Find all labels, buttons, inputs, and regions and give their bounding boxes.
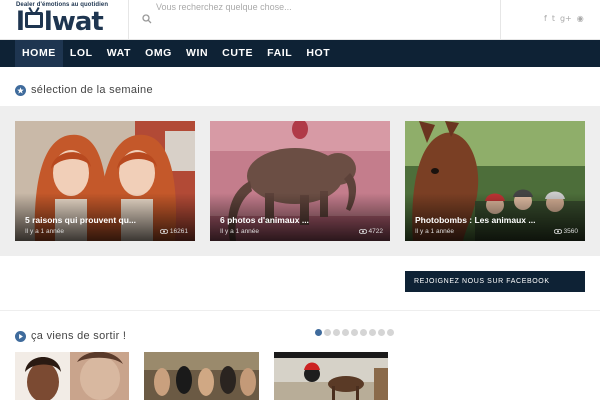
- latest-heading: ça viens de sortir !: [15, 330, 126, 342]
- nav-item-cute[interactable]: CUTE: [215, 40, 260, 67]
- featured-card[interactable]: Photobombs : Les animaux ... Il y a 1 an…: [405, 121, 585, 241]
- card-view-count: 3560: [563, 228, 578, 235]
- tv-icon: [24, 12, 43, 28]
- play-icon: [15, 330, 26, 342]
- featured-card[interactable]: 6 photos d'animaux ... Il y a 1 année 47…: [210, 121, 390, 241]
- card-title[interactable]: Photobombs : Les animaux ...: [415, 215, 577, 225]
- thumbnail-image: [144, 352, 259, 400]
- pager-dot[interactable]: [387, 329, 394, 336]
- carousel-pager: [315, 329, 394, 336]
- logo-word: lwat: [43, 7, 104, 37]
- nav-item-fail[interactable]: FAIL: [260, 40, 299, 67]
- header-divider: [500, 0, 501, 40]
- card-views: 16261: [159, 228, 188, 235]
- facebook-join-box[interactable]: REJOIGNEZ NOUS SUR FACEBOOK: [405, 271, 585, 292]
- twitter-icon[interactable]: t: [552, 14, 555, 24]
- section-divider: [0, 310, 600, 311]
- pager-dot[interactable]: [324, 329, 331, 336]
- google-plus-icon[interactable]: g+: [560, 14, 572, 24]
- search-icon[interactable]: [142, 14, 152, 24]
- card-views: 4722: [358, 228, 383, 235]
- featured-band: 5 raisons qui prouvent qu... Il y a 1 an…: [0, 106, 600, 256]
- latest-thumbnail[interactable]: [274, 352, 388, 400]
- eye-icon: [159, 229, 168, 234]
- latest-thumbnail[interactable]: [144, 352, 259, 400]
- nav-item-lol[interactable]: LOL: [63, 40, 100, 67]
- eye-icon: [358, 229, 367, 234]
- logo-letter: l: [16, 7, 25, 37]
- site-logo[interactable]: Dealer d'émotions au quotidien l lwat: [14, 0, 128, 38]
- featured-card[interactable]: 5 raisons qui prouvent qu... Il y a 1 an…: [15, 121, 195, 241]
- card-views: 3560: [553, 228, 578, 235]
- nav-item-home[interactable]: HOME: [15, 40, 63, 67]
- nav-item-omg[interactable]: OMG: [138, 40, 179, 67]
- site-header: Dealer d'émotions au quotidien llwat f t…: [0, 0, 600, 40]
- latest-heading-text: ça viens de sortir !: [31, 330, 127, 342]
- facebook-icon[interactable]: f: [544, 14, 547, 24]
- featured-heading-text: sélection de la semaine: [31, 84, 153, 96]
- pager-dot[interactable]: [360, 329, 367, 336]
- card-view-count: 16261: [169, 228, 188, 235]
- pager-dot[interactable]: [333, 329, 340, 336]
- main-nav: HOME LOL WAT OMG WIN CUTE FAIL HOT: [0, 40, 600, 67]
- pager-dot[interactable]: [351, 329, 358, 336]
- featured-heading: sélection de la semaine: [15, 84, 153, 96]
- logo-wordmark: l lwat: [16, 7, 104, 37]
- pager-dot[interactable]: [378, 329, 385, 336]
- card-date: Il y a 1 année: [415, 228, 455, 235]
- pager-dot[interactable]: [342, 329, 349, 336]
- eye-icon: [553, 229, 562, 234]
- search-input[interactable]: [156, 0, 486, 14]
- latest-thumbnail[interactable]: [15, 352, 129, 400]
- card-view-count: 4722: [368, 228, 383, 235]
- card-date: Il y a 1 année: [220, 228, 260, 235]
- rss-icon[interactable]: ◉: [577, 14, 584, 24]
- pager-dot[interactable]: [369, 329, 376, 336]
- card-title[interactable]: 5 raisons qui prouvent qu...: [25, 215, 187, 225]
- social-links: f t g+ ◉: [544, 14, 584, 24]
- thumbnail-image: [274, 352, 388, 400]
- header-divider: [128, 0, 129, 40]
- thumbnail-image: [15, 352, 129, 400]
- nav-item-hot[interactable]: HOT: [299, 40, 337, 67]
- card-date: Il y a 1 année: [25, 228, 65, 235]
- nav-item-win[interactable]: WIN: [179, 40, 215, 67]
- star-icon: [15, 84, 26, 96]
- card-title[interactable]: 6 photos d'animaux ...: [220, 215, 382, 225]
- pager-dot[interactable]: [315, 329, 322, 336]
- nav-item-wat[interactable]: WAT: [100, 40, 138, 67]
